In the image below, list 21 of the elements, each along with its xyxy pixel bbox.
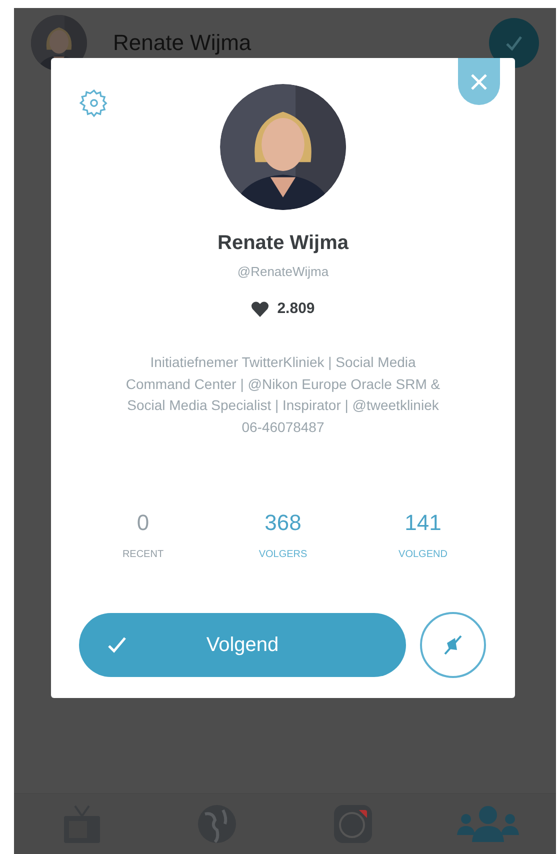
stat-label[interactable]: RECENT bbox=[122, 547, 164, 562]
stat-value: 0 bbox=[136, 509, 150, 537]
contact-name: Renate Wijma bbox=[113, 31, 252, 55]
settings-icon[interactable] bbox=[79, 88, 109, 118]
profile-bio: Initiatiefnemer TwitterKliniek | Social Media Command Center | @Nikon Europe Oracle SRM & Social Media Specialist | Inspirator | @tweetkliniek 06-46078487 bbox=[124, 353, 442, 436]
close-icon bbox=[470, 72, 488, 90]
check-icon bbox=[107, 636, 127, 654]
stat-value: 141 bbox=[404, 509, 442, 537]
mute-button[interactable] bbox=[420, 612, 486, 678]
following-indicator[interactable] bbox=[489, 18, 539, 68]
people-icon[interactable] bbox=[456, 805, 520, 843]
heart-icon bbox=[251, 300, 270, 317]
stat-label[interactable]: VOLGERS bbox=[258, 547, 308, 562]
stat-value: 368 bbox=[264, 509, 302, 537]
globe-icon[interactable] bbox=[197, 804, 238, 844]
profile-name: Renate Wijma bbox=[218, 231, 348, 256]
follow-button[interactable]: Volgend bbox=[79, 613, 406, 677]
camera-icon[interactable] bbox=[332, 804, 373, 844]
likes-count: 2.809 bbox=[277, 298, 315, 318]
profile-handle: @RenateWijma bbox=[237, 263, 329, 281]
stat-label[interactable]: VOLGEND bbox=[398, 547, 448, 562]
